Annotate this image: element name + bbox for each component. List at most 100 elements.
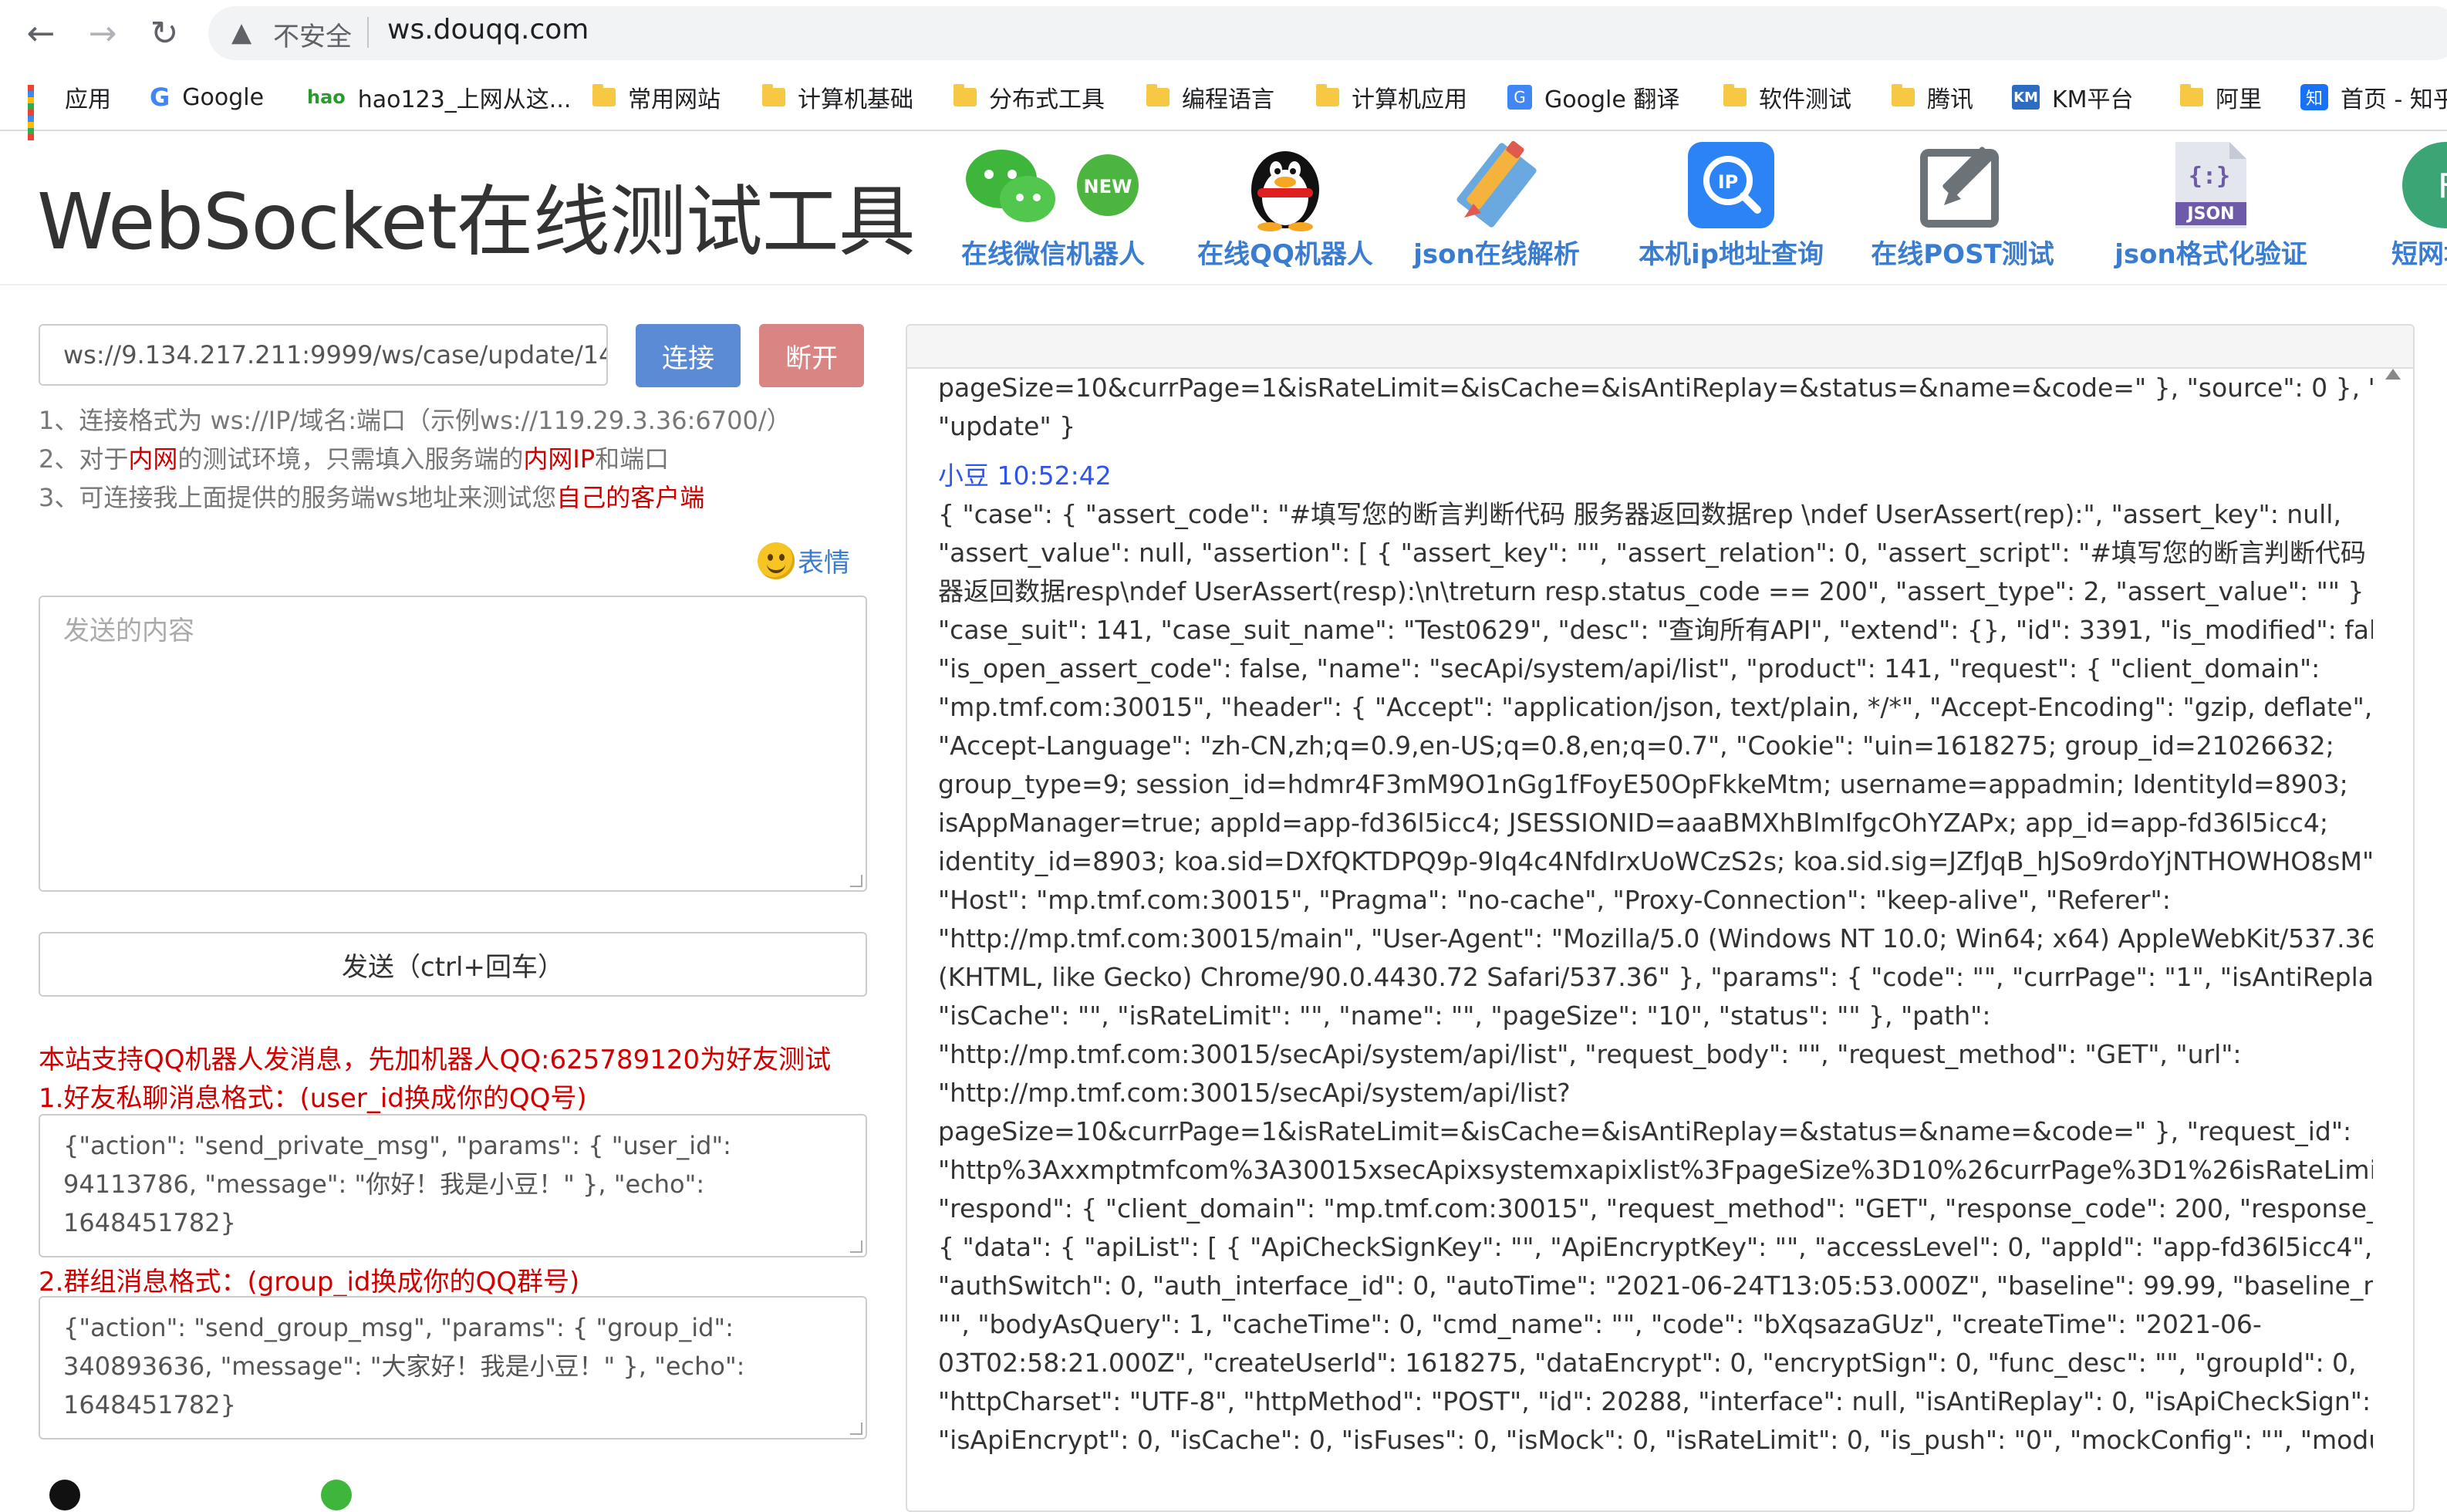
bookmark-folder-distributed[interactable]: 分布式工具	[953, 79, 1105, 116]
emoji-button[interactable]: 表情	[758, 542, 850, 579]
log-line: "httpCharset": "UTF-8", "httpMethod": "P…	[938, 1386, 2373, 1416]
edit-post-icon	[1916, 139, 2009, 231]
folder-icon	[1316, 84, 1339, 106]
log-line: "http%3Axxmptmfcom%3A30015xsecApixsystem…	[938, 1155, 2373, 1185]
log-line: (KHTML, like Gecko) Chrome/90.0.4430.72 …	[938, 962, 2373, 992]
emoji-label: 表情	[798, 548, 850, 579]
tool-short-url[interactable]: F 短网址在	[2391, 139, 2447, 285]
tip-line-3: 3、可连接我上面提供的服务端ws地址来测试您自己的客户端	[39, 483, 705, 512]
resize-grip-icon[interactable]	[850, 1423, 862, 1435]
bookmark-folder-ali[interactable]: 阿里	[2180, 79, 2262, 116]
svg-text:IP: IP	[1718, 171, 1739, 193]
bookmark-label: Google 翻译	[1544, 86, 1680, 113]
tool-label: json格式化验证	[2115, 239, 2307, 270]
message-log-panel[interactable]: pageSize=10&currPage=1&isRateLimit=&isCa…	[906, 324, 2415, 1512]
bookmark-folder-tencent[interactable]: 腾讯	[1892, 79, 1973, 116]
bookmark-folder-testing[interactable]: 软件测试	[1723, 79, 1851, 116]
tool-label: 在线QQ机器人	[1197, 239, 1373, 270]
log-line: { "data": { "apiList": [ { "ApiCheckSign…	[938, 1232, 2373, 1262]
bookmark-label: 计算机应用	[1352, 86, 1467, 113]
resize-grip-icon[interactable]	[850, 875, 862, 887]
group-msg-example[interactable]: {"action": "send_group_msg", "params": {…	[39, 1296, 867, 1439]
back-arrow-icon[interactable]: ←	[19, 11, 63, 56]
bookmark-folder-common[interactable]: 常用网站	[592, 79, 721, 116]
qq-penguin-icon[interactable]	[49, 1480, 80, 1510]
tip-line-1: 1、连接格式为 ws://IP/域名:端口（示例ws://119.29.3.36…	[39, 406, 791, 435]
group-msg-title: 2.群组消息格式：(group_id换成你的QQ群号)	[39, 1267, 580, 1298]
reload-icon[interactable]: ↻	[142, 11, 187, 56]
header-divider	[0, 284, 2447, 285]
url-text[interactable]: ws.douqq.com	[387, 14, 589, 46]
folder-icon	[1892, 84, 1915, 106]
message-content: { "case": { "assert_code": "#填写您的断言判断代码 …	[938, 495, 2373, 1460]
bookmark-label: hao123_上网从这...	[357, 86, 572, 113]
bookmark-apps[interactable]: 应用	[28, 79, 111, 140]
bookmark-label: Google	[182, 83, 265, 111]
log-line: "http://mp.tmf.com:30015/secApi/system/a…	[938, 1039, 2242, 1069]
log-line: "authSwitch": 0, "auth_interface_id": 0,…	[938, 1271, 2373, 1301]
ws-url-input[interactable]: ws://9.134.217.211:9999/ws/case/update/1…	[39, 324, 608, 386]
bookmark-folder-cs-basics[interactable]: 计算机基础	[762, 79, 913, 116]
log-line: isAppManager=true; appId=app-fd36l5icc4;…	[938, 808, 2328, 838]
send-content-textarea[interactable]: 发送的内容	[39, 596, 867, 892]
tool-ip-lookup[interactable]: IP 本机ip地址查询	[1639, 139, 1824, 270]
google-translate-icon: G	[1507, 85, 1532, 110]
wechat-icon[interactable]	[321, 1480, 352, 1510]
tip-line-2: 2、对于内网的测试环境，只需填入服务端的内网IP和端口	[39, 444, 670, 474]
short-url-icon: F	[2391, 139, 2447, 231]
svg-text:{:}: {:}	[2189, 163, 2230, 190]
private-msg-title: 1.好友私聊消息格式：(user_id换成你的QQ号)	[39, 1083, 587, 1114]
bookmark-folder-cs-apps[interactable]: 计算机应用	[1316, 79, 1467, 116]
disconnect-button[interactable]: 断开	[759, 324, 864, 387]
bookmark-km[interactable]: KM KM平台	[2012, 79, 2134, 116]
log-line: pageSize=10&currPage=1&isRateLimit=&isCa…	[938, 373, 2373, 403]
log-line: "is_open_assert_code": false, "name": "s…	[938, 653, 2320, 683]
tool-wechat-robot[interactable]: NEW 在线微信机器人	[957, 139, 1149, 270]
omnibox-divider	[367, 17, 369, 48]
bookmark-label: 阿里	[2216, 86, 2262, 113]
private-msg-example[interactable]: {"action": "send_private_msg", "params":…	[39, 1114, 867, 1257]
svg-text:JSON: JSON	[2185, 204, 2234, 224]
tool-label: json在线解析	[1413, 239, 1580, 270]
tool-json-validate[interactable]: {:} JSON json格式化验证	[2115, 139, 2307, 270]
log-line: { "case": { "assert_code": "#填写您的断言判断代码 …	[938, 499, 2341, 529]
log-line: identity_id=8903; koa.sid=DXfQKTDPQ9p-9I…	[938, 846, 2373, 876]
tool-label: 短网址在	[2391, 239, 2447, 270]
bookmark-google[interactable]: G Google	[150, 79, 264, 116]
connect-button[interactable]: 连接	[636, 324, 741, 387]
log-line: 03T02:58:21.000Z", "createUserId": 16182…	[938, 1348, 2357, 1378]
send-button[interactable]: 发送（ctrl+回车）	[39, 932, 867, 997]
resize-grip-icon[interactable]	[850, 1240, 862, 1253]
folder-icon	[2180, 84, 2203, 106]
bookmark-label: 编程语言	[1182, 86, 1274, 113]
bookmark-label: 分布式工具	[989, 86, 1105, 113]
forward-arrow-icon[interactable]: →	[80, 11, 125, 56]
tool-label: 在线微信机器人	[961, 239, 1145, 270]
tool-json-parse[interactable]: json在线解析	[1413, 139, 1580, 270]
log-line: "", "bodyAsQuery": 1, "cacheTime": 0, "c…	[938, 1309, 2262, 1339]
bookmark-hao123[interactable]: hao hao123_上网从这...	[307, 79, 571, 116]
page-title: WebSocket在线测试工具	[37, 177, 916, 267]
new-badge: NEW	[1084, 176, 1132, 197]
tool-qq-robot[interactable]: 在线QQ机器人	[1197, 139, 1373, 270]
bookmark-zhihu[interactable]: 知首页 - 知乎	[2300, 79, 2447, 116]
tool-label: 在线POST测试	[1871, 239, 2054, 270]
folder-icon	[762, 84, 785, 106]
security-label[interactable]: 不安全	[273, 15, 352, 53]
scroll-up-arrow-icon[interactable]	[2385, 369, 2401, 380]
bookmark-folder-languages[interactable]: 编程语言	[1146, 79, 1274, 116]
ip-search-icon: IP	[1685, 139, 1777, 231]
log-line: "case_suit": 141, "case_suit_name": "Tes…	[938, 615, 2373, 645]
bookmark-google-translate[interactable]: G Google 翻译	[1507, 79, 1679, 116]
wechat-icon: NEW	[957, 139, 1149, 231]
warning-triangle-icon[interactable]: ▲	[231, 17, 251, 48]
apps-grid-icon	[28, 85, 52, 140]
qq-robot-note: 本站支持QQ机器人发消息，先加机器人QQ:625789120为好友测试	[39, 1045, 832, 1075]
tool-post-test[interactable]: 在线POST测试	[1871, 139, 2054, 270]
bookmark-label: 首页 - 知乎	[2341, 86, 2447, 113]
log-line: "http://mp.tmf.com:30015/secApi/system/a…	[938, 1078, 1571, 1108]
message-sender-time: 小豆 10:52:42	[938, 461, 1112, 491]
log-panel-header	[907, 326, 2413, 369]
log-line: "mp.tmf.com:30015", "header": { "Accept"…	[938, 692, 2373, 722]
log-line: 器返回数据resp\ndef UserAssert(resp):\n\tretu…	[938, 576, 2373, 606]
